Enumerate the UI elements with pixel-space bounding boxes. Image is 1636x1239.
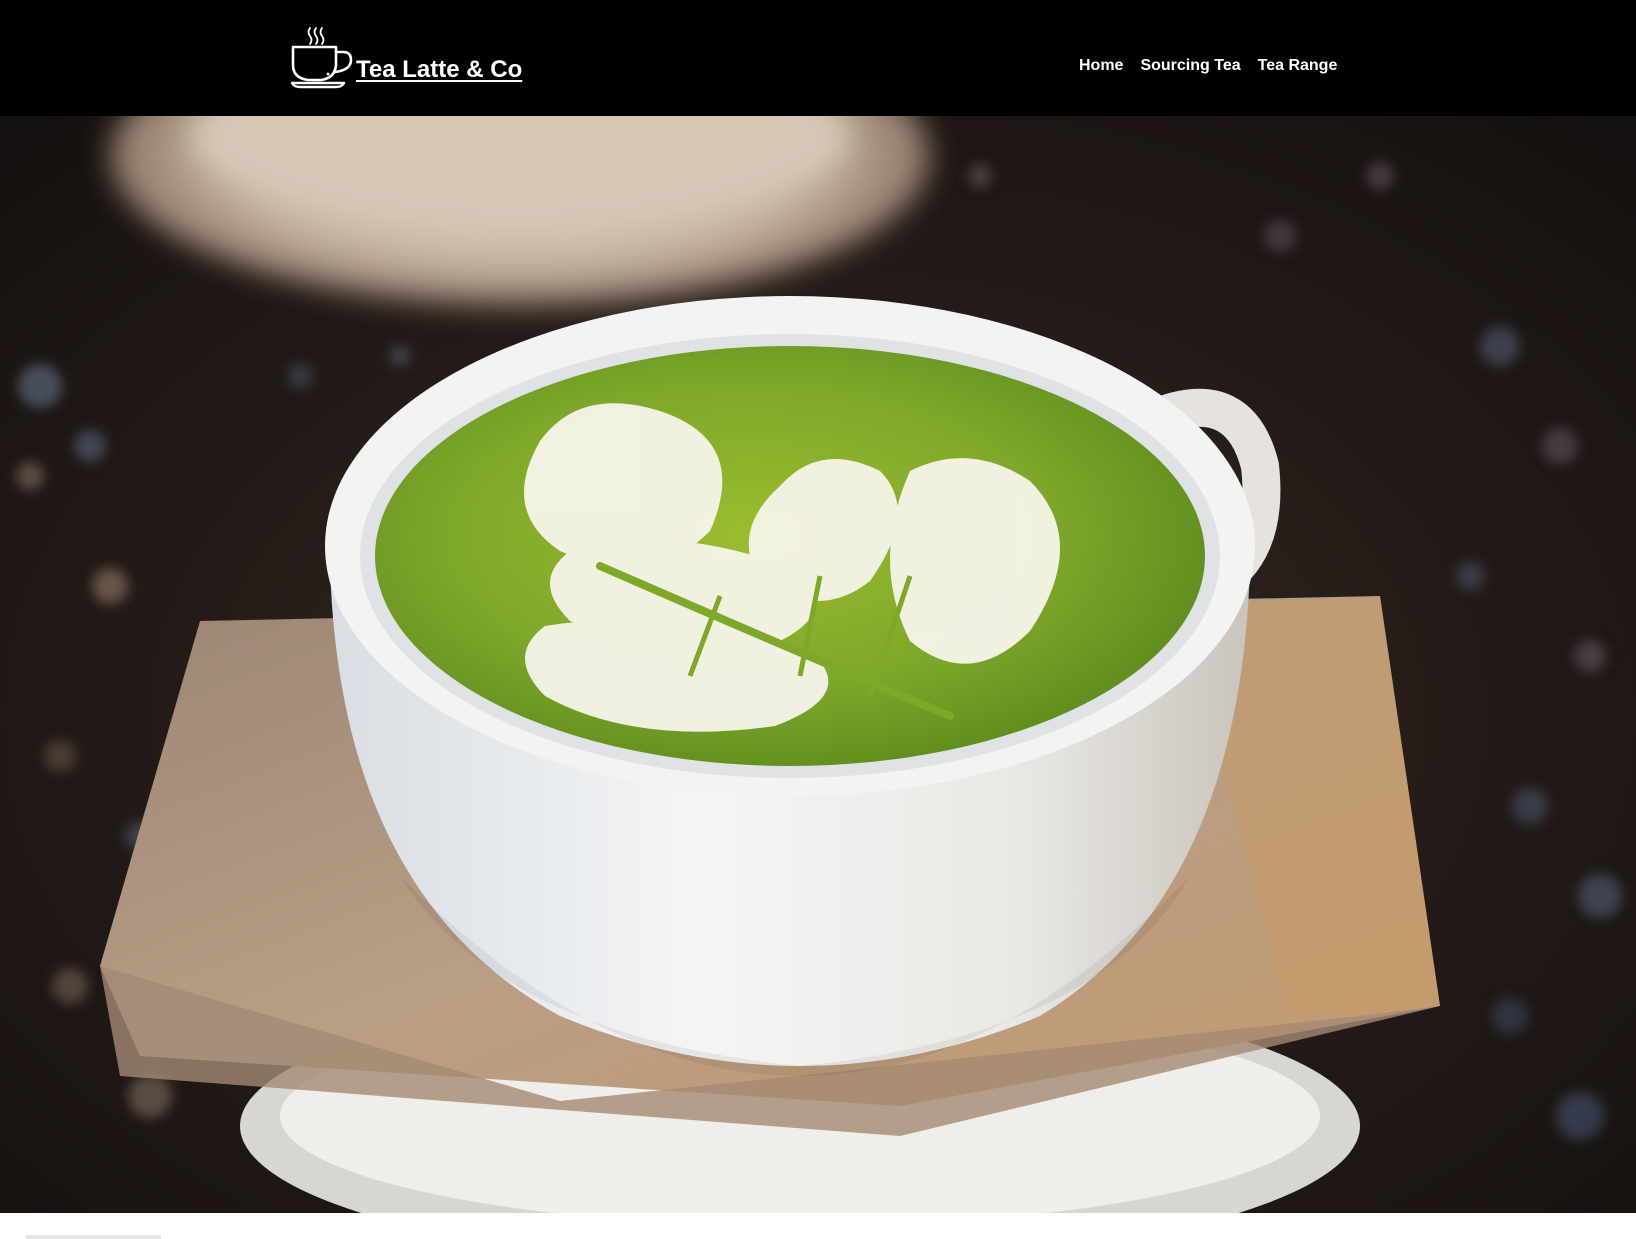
steaming-teacup-icon [290,24,356,90]
nav-link-tea-range[interactable]: Tea Range [1258,57,1338,75]
nav-link-sourcing-tea[interactable]: Sourcing Tea [1140,57,1240,75]
content-edge [26,1235,161,1239]
brand-name: Tea Latte & Co [356,56,523,83]
matcha-latte-hero-image [0,116,1636,1213]
brand-home-link[interactable]: Tea Latte & Co [290,24,522,90]
hero-banner [0,116,1636,1213]
nav-link-home[interactable]: Home [1079,57,1123,75]
page-content-start [0,1213,1636,1239]
main-nav: Home Sourcing Tea Tea Range [1079,57,1337,75]
site-header: Tea Latte & Co Home Sourcing Tea Tea Ran… [0,0,1636,116]
